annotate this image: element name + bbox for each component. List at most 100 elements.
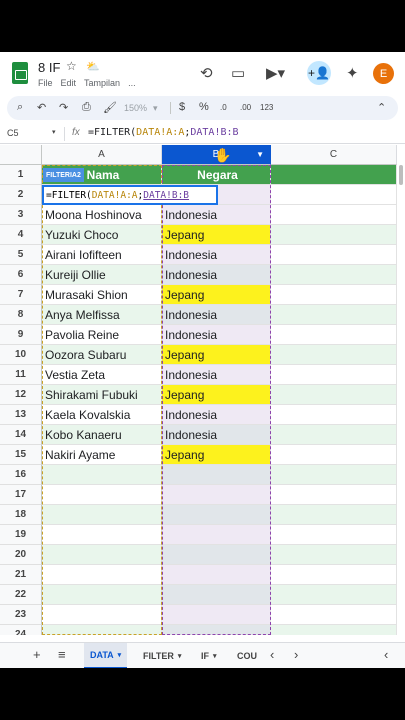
row-number[interactable]: 2 xyxy=(0,185,42,205)
chevron-up-icon[interactable]: ⌃ xyxy=(377,101,386,114)
cell-name[interactable]: Kureiji Ollie xyxy=(42,265,162,285)
cell-country[interactable]: Indonesia xyxy=(162,405,271,425)
formula-input[interactable]: =FILTER(DATA!A:A;DATA!B:B xyxy=(88,127,239,138)
undo-icon[interactable]: ↶ xyxy=(37,101,46,114)
tab-data-chevron-down-icon[interactable]: ▾ xyxy=(118,651,122,659)
collapse-tabs-icon[interactable]: ‹ xyxy=(384,647,388,662)
cell-c[interactable] xyxy=(271,165,397,185)
cell-country[interactable]: Jepang xyxy=(162,345,271,365)
scroll-tabs-right-icon[interactable]: › xyxy=(294,647,298,662)
cell-name[interactable] xyxy=(42,625,162,635)
select-all-corner[interactable] xyxy=(0,145,42,165)
star-icon[interactable]: ☆ xyxy=(66,59,77,73)
menu-more[interactable]: ... xyxy=(128,78,136,88)
cell-c[interactable] xyxy=(271,425,397,445)
cell-country[interactable] xyxy=(162,585,271,605)
cell-c[interactable] xyxy=(271,545,397,565)
increase-decimal-button[interactable]: .00 xyxy=(240,103,251,112)
row-number[interactable]: 1 xyxy=(0,165,42,185)
cell-c[interactable] xyxy=(271,485,397,505)
row-number[interactable]: 7 xyxy=(0,285,42,305)
cell-name[interactable]: Kaela Kovalskia xyxy=(42,405,162,425)
print-icon[interactable]: ⎙ xyxy=(82,101,91,114)
cell-name[interactable]: Oozora Subaru xyxy=(42,345,162,365)
row-number[interactable]: 8 xyxy=(0,305,42,325)
name-box[interactable]: C5 xyxy=(7,128,19,138)
cell-name[interactable]: Kobo Kanaeru xyxy=(42,425,162,445)
cell-name[interactable] xyxy=(42,485,162,505)
cell-country[interactable]: Indonesia xyxy=(162,425,271,445)
cell-country[interactable]: Indonesia xyxy=(162,205,271,225)
meet-video-icon[interactable]: ▶▾ xyxy=(266,64,285,82)
cell-country[interactable]: Jepang xyxy=(162,385,271,405)
cell-name[interactable] xyxy=(42,505,162,525)
cell-c[interactable] xyxy=(271,225,397,245)
cell-country[interactable]: Indonesia xyxy=(162,365,271,385)
cell-name[interactable]: Anya Melfissa xyxy=(42,305,162,325)
cell-c[interactable] xyxy=(271,285,397,305)
cell-c[interactable] xyxy=(271,325,397,345)
gemini-sparkle-icon[interactable]: ✦ xyxy=(346,64,359,82)
share-button[interactable]: +👤 xyxy=(307,61,331,85)
row-number[interactable]: 21 xyxy=(0,565,42,585)
cell-name[interactable] xyxy=(42,605,162,625)
row-number[interactable]: 20 xyxy=(0,545,42,565)
cell-country[interactable]: Jepang xyxy=(162,285,271,305)
cell-name[interactable]: Vestia Zeta xyxy=(42,365,162,385)
paint-format-icon[interactable]: 🖌 xyxy=(103,101,117,114)
cell-c[interactable] xyxy=(271,505,397,525)
row-number[interactable]: 22 xyxy=(0,585,42,605)
scroll-tabs-left-icon[interactable]: ‹ xyxy=(270,647,274,662)
cell-country[interactable] xyxy=(162,505,271,525)
cell-country[interactable] xyxy=(162,625,271,635)
row-number[interactable]: 16 xyxy=(0,465,42,485)
row-number[interactable]: 11 xyxy=(0,365,42,385)
tab-cou[interactable]: COU xyxy=(237,643,257,668)
cell-country[interactable]: Jepang xyxy=(162,445,271,465)
cell-country[interactable]: Indonesia xyxy=(162,325,271,345)
cell-country[interactable]: Indonesia xyxy=(162,245,271,265)
cell-country[interactable]: Indonesia xyxy=(162,265,271,285)
cell-c[interactable] xyxy=(271,305,397,325)
cell-name[interactable] xyxy=(42,465,162,485)
cell-name[interactable]: Murasaki Shion xyxy=(42,285,162,305)
percent-format-button[interactable]: % xyxy=(199,101,209,113)
row-number[interactable]: 6 xyxy=(0,265,42,285)
menu-file[interactable]: File xyxy=(38,78,53,88)
row-number[interactable]: 3 xyxy=(0,205,42,225)
tab-if[interactable]: IF ▾ xyxy=(201,643,217,668)
cell-name[interactable] xyxy=(42,585,162,605)
cell-c[interactable] xyxy=(271,585,397,605)
row-number[interactable]: 12 xyxy=(0,385,42,405)
tab-filter-chevron-down-icon[interactable]: ▾ xyxy=(178,652,182,660)
cell-c[interactable] xyxy=(271,405,397,425)
row-number[interactable]: 15 xyxy=(0,445,42,465)
cell-name[interactable]: Shirakami Fubuki xyxy=(42,385,162,405)
cell-c[interactable] xyxy=(271,365,397,385)
cell-name[interactable]: Pavolia Reine xyxy=(42,325,162,345)
cell-c[interactable] xyxy=(271,625,397,635)
zoom-select[interactable]: 150% xyxy=(124,103,147,113)
cell-country[interactable] xyxy=(162,605,271,625)
document-title[interactable]: 8 IF xyxy=(38,60,60,75)
cell-country[interactable]: Negara xyxy=(162,165,271,185)
cell-name[interactable] xyxy=(42,565,162,585)
number-format-button[interactable]: 123 xyxy=(260,103,273,112)
search-icon[interactable]: ⌕ xyxy=(17,101,23,114)
row-number[interactable]: 4 xyxy=(0,225,42,245)
cloud-status-icon[interactable]: ⛅ xyxy=(86,60,100,73)
comment-icon[interactable]: ▭ xyxy=(231,64,245,82)
cell-c[interactable] xyxy=(271,605,397,625)
tab-data[interactable]: DATA ▾ xyxy=(84,643,128,668)
cell-c[interactable] xyxy=(271,185,397,205)
row-number[interactable]: 9 xyxy=(0,325,42,345)
row-number[interactable]: 13 xyxy=(0,405,42,425)
cell-c[interactable] xyxy=(271,465,397,485)
cell-name[interactable]: Moona Hoshinova xyxy=(42,205,162,225)
cell-country[interactable] xyxy=(162,545,271,565)
cell-c[interactable] xyxy=(271,565,397,585)
column-header-c[interactable]: C xyxy=(271,145,397,165)
cell-country[interactable] xyxy=(162,485,271,505)
cell-country[interactable]: Jepang xyxy=(162,225,271,245)
currency-format-button[interactable]: $ xyxy=(179,101,185,113)
